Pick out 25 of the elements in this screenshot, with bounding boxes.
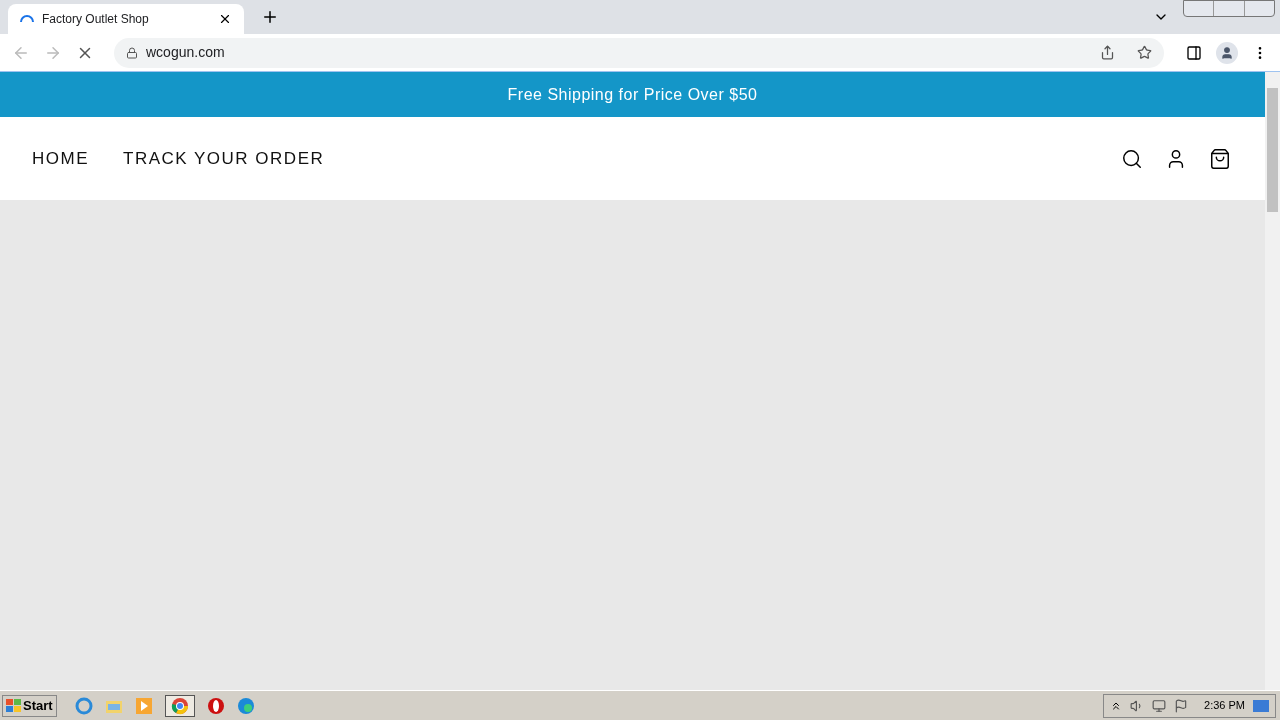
loading-spinner-icon <box>20 15 34 23</box>
flag-icon[interactable] <box>1174 698 1189 713</box>
search-icon[interactable] <box>1121 147 1143 170</box>
opera-icon[interactable] <box>206 696 225 715</box>
show-desktop-icon[interactable] <box>1253 699 1269 712</box>
url-text: wcogun.com <box>146 43 226 62</box>
close-icon[interactable] <box>218 12 232 26</box>
bookmark-star-icon[interactable] <box>1137 45 1152 60</box>
side-panel-icon[interactable] <box>1186 44 1202 61</box>
lock-icon <box>126 46 138 59</box>
nav-link[interactable]: HOME <box>32 145 89 172</box>
browser-tab[interactable]: Factory Outlet Shop <box>8 4 244 34</box>
profile-icon[interactable] <box>1216 41 1238 64</box>
address-bar[interactable]: wcogun.com <box>114 37 1164 68</box>
windows-logo-icon <box>6 699 21 712</box>
clock: 2:36 PM <box>1204 698 1245 714</box>
promo-banner: Free Shipping for Price Over $50 <box>0 72 1265 117</box>
shopping-bag-icon[interactable] <box>1209 147 1231 170</box>
share-icon[interactable] <box>1100 45 1115 60</box>
scrollbar[interactable] <box>1265 72 1280 690</box>
nav-link[interactable]: TRACK YOUR ORDER <box>123 145 325 172</box>
chrome-taskbar-button[interactable] <box>164 694 195 717</box>
start-button[interactable]: Start <box>2 694 57 717</box>
tab-title: Factory Outlet Shop <box>42 11 150 28</box>
new-tab-icon[interactable] <box>261 8 279 26</box>
